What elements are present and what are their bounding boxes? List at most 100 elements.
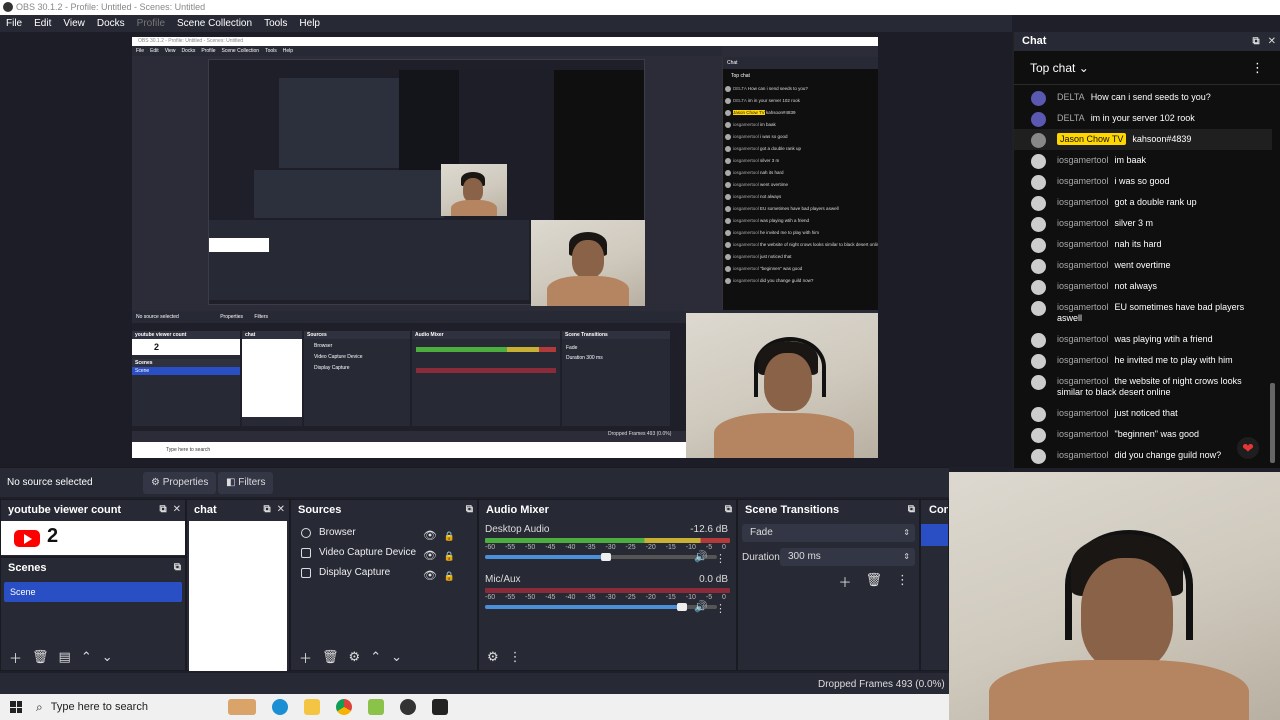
chat-author[interactable]: iosgamertool: [1057, 197, 1109, 207]
heart-icon[interactable]: ❤: [1237, 437, 1259, 459]
menu-help[interactable]: Help: [299, 15, 320, 32]
duration-spinbox[interactable]: 300 ms ⇕: [780, 548, 915, 566]
chat-message[interactable]: iosgamertool went overtime: [1014, 255, 1272, 276]
mixer-settings-icon[interactable]: ⚙: [487, 649, 499, 665]
chat-message[interactable]: iosgamertool "beginnen" was good: [1014, 424, 1272, 445]
chat-message[interactable]: iosgamertool nah its hard: [1014, 234, 1272, 255]
chat-message[interactable]: iosgamertool the website of night crows l…: [1014, 371, 1272, 403]
menu-tools[interactable]: Tools: [264, 15, 287, 32]
add-icon[interactable]: ＋: [9, 648, 22, 667]
add-icon[interactable]: ＋: [299, 648, 312, 667]
filters-button[interactable]: ◧ Filters: [218, 472, 274, 494]
eye-icon[interactable]: 👁: [423, 566, 437, 586]
app-icon[interactable]: [367, 699, 384, 715]
top-chat-dropdown[interactable]: Top chat ⌄ ⋮: [1014, 51, 1280, 85]
record-icon[interactable]: [399, 699, 416, 715]
chat-message[interactable]: iosgamertool did you change guild now?: [1014, 445, 1272, 466]
chat-message[interactable]: iosgamertool EU sometimes have bad player…: [1014, 297, 1272, 329]
source-browser[interactable]: Browser 👁 🔒: [291, 523, 477, 543]
close-icon[interactable]: ✕: [277, 500, 285, 520]
chat-author[interactable]: Jason Chow TV: [1057, 133, 1127, 145]
chat-author[interactable]: iosgamertool: [1057, 408, 1109, 418]
chat-browser-panel[interactable]: [189, 521, 287, 671]
volume-slider[interactable]: [485, 553, 717, 561]
float-icon[interactable]: ⧉: [725, 500, 732, 520]
float-icon[interactable]: ⧉: [159, 500, 166, 520]
chat-message[interactable]: iosgamertool i was so good: [1014, 171, 1272, 192]
down-icon[interactable]: ⌄: [102, 649, 113, 665]
float-icon[interactable]: ⧉: [908, 500, 915, 520]
speaker-icon[interactable]: 🔊: [694, 550, 708, 563]
windows-start-icon[interactable]: [10, 701, 22, 713]
properties-button[interactable]: ⚙ Properties: [143, 472, 217, 494]
menu-view[interactable]: View: [63, 15, 85, 32]
chat-author[interactable]: iosgamertool: [1057, 334, 1109, 344]
chat-author[interactable]: iosgamertool: [1057, 429, 1109, 439]
chat-message[interactable]: DELTA im in your server 102 rook: [1014, 108, 1272, 129]
chat-message[interactable]: iosgamertool was playing wtih a friend: [1014, 329, 1272, 350]
chat-author[interactable]: DELTA: [1057, 113, 1085, 123]
chat-scrollbar[interactable]: [1270, 383, 1275, 463]
menu-file[interactable]: File: [6, 15, 22, 32]
float-icon[interactable]: ⧉: [174, 558, 181, 578]
chat-author[interactable]: iosgamertool: [1057, 450, 1109, 460]
up-icon[interactable]: ⌃: [81, 649, 92, 665]
chat-author[interactable]: iosgamertool: [1057, 281, 1109, 291]
menu-docks[interactable]: Docks: [97, 15, 125, 32]
scene-item[interactable]: Scene: [4, 582, 182, 602]
kebab-menu-icon[interactable]: ⋮: [715, 602, 726, 615]
kebab-menu-icon[interactable]: ⋮: [1251, 51, 1264, 85]
chat-author[interactable]: DELTA: [1057, 92, 1085, 102]
chat-author[interactable]: iosgamertool: [1057, 302, 1109, 312]
people-icon[interactable]: [227, 699, 256, 715]
menu-edit[interactable]: Edit: [34, 15, 51, 32]
filter-icon[interactable]: ▤: [59, 649, 71, 665]
menu-scene-collection[interactable]: Scene Collection: [177, 15, 252, 32]
down-icon[interactable]: ⌄: [391, 649, 402, 665]
chat-message[interactable]: iosgamertool he invited me to play with h…: [1014, 350, 1272, 371]
source-video-capture[interactable]: Video Capture Device 👁 🔒: [291, 543, 477, 563]
chat-message[interactable]: iosgamertool got a double rank up: [1014, 192, 1272, 213]
volume-slider[interactable]: [485, 603, 717, 611]
kebab-menu-icon[interactable]: ⋮: [509, 649, 522, 665]
float-icon[interactable]: ⧉: [263, 500, 270, 520]
taskbar-search[interactable]: ⌕ Type here to search: [36, 700, 148, 715]
transition-select[interactable]: Fade ⇕: [742, 524, 915, 542]
chat-message[interactable]: iosgamertool silver 3 m: [1014, 213, 1272, 234]
lock-icon[interactable]: 🔒: [444, 566, 455, 586]
trash-icon[interactable]: 🗑: [32, 649, 49, 665]
folder-icon[interactable]: [303, 699, 320, 715]
float-icon[interactable]: ⧉: [1252, 32, 1259, 51]
close-icon[interactable]: ✕: [173, 500, 181, 520]
trash-icon[interactable]: 🗑: [322, 649, 339, 665]
chat-message[interactable]: DELTA How can i send seeds to you?: [1014, 87, 1272, 108]
chat-message[interactable]: Jason Chow TV kahsoon#4839: [1014, 129, 1272, 150]
spin-icon[interactable]: ⇕: [903, 548, 910, 566]
chat-author[interactable]: iosgamertool: [1057, 176, 1109, 186]
source-display-capture[interactable]: Display Capture 👁 🔒: [291, 563, 477, 583]
chat-author[interactable]: iosgamertool: [1057, 376, 1109, 386]
menu-profile[interactable]: Profile: [137, 15, 165, 32]
chat-message[interactable]: iosgamertool not always: [1014, 276, 1272, 297]
chat-author[interactable]: iosgamertool: [1057, 155, 1109, 165]
edge-icon[interactable]: [271, 699, 288, 715]
chat-author[interactable]: iosgamertool: [1057, 239, 1109, 249]
chat-message[interactable]: iosgamertool im baak: [1014, 150, 1272, 171]
chat-author[interactable]: iosgamertool: [1057, 355, 1109, 365]
add-icon[interactable]: ＋: [838, 572, 851, 591]
kebab-menu-icon[interactable]: ⋮: [715, 552, 726, 565]
chat-message[interactable]: iosgamertool just noticed that: [1014, 403, 1272, 424]
chrome-icon[interactable]: [335, 699, 352, 715]
chat-author[interactable]: iosgamertool: [1057, 260, 1109, 270]
trash-icon[interactable]: 🗑: [865, 572, 882, 591]
obs-taskbar-icon[interactable]: [431, 699, 448, 715]
gear-icon[interactable]: ⚙: [349, 649, 361, 665]
speaker-icon[interactable]: 🔊: [694, 600, 708, 613]
close-icon[interactable]: ✕: [1268, 32, 1276, 51]
float-icon[interactable]: ⧉: [466, 500, 473, 520]
kebab-menu-icon[interactable]: ⋮: [896, 572, 909, 591]
chat-author[interactable]: iosgamertool: [1057, 218, 1109, 228]
start-streaming-button[interactable]: [921, 524, 948, 546]
up-icon[interactable]: ⌃: [370, 649, 381, 665]
program-preview[interactable]: OBS 30.1.2 - Profile: Untitled - Scenes:…: [132, 37, 878, 458]
